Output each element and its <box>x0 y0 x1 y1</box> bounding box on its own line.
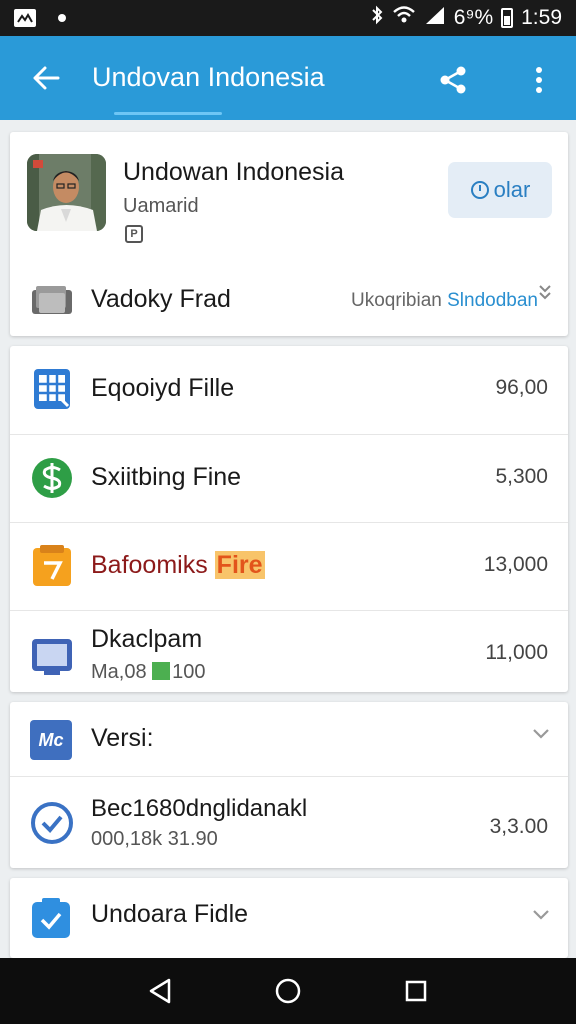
version-item-title: Bec1680dnglidanakl <box>91 795 308 822</box>
file-label: Eqooiyd Fille <box>91 374 235 402</box>
file-subtext: Ma,08 100 <box>91 661 206 683</box>
navigation-bar <box>0 958 576 1024</box>
file-value: 5,300 <box>495 465 548 488</box>
chevron-down-icon <box>539 285 551 300</box>
file-label: Sxiitbing Fine <box>91 463 242 491</box>
tag-icon <box>152 662 171 680</box>
version-header[interactable]: Mc Versi: <box>10 702 568 776</box>
dollar-circle-icon <box>32 458 72 498</box>
profile-card: Undowan Indonesia Uamarid P olar Vadoky … <box>10 132 568 336</box>
file-value: 96,00 <box>495 376 548 399</box>
file-value: 11,000 <box>485 641 548 664</box>
more-vert-icon <box>536 67 542 93</box>
back-button[interactable] <box>0 36 92 120</box>
more-options-button[interactable] <box>516 58 562 102</box>
avatar[interactable] <box>27 154 106 231</box>
bottom-item-label: Undoara Fidle <box>91 900 249 928</box>
follow-button-label: olar <box>493 177 531 202</box>
badge-icon: P <box>125 225 143 243</box>
nav-home-button[interactable] <box>264 967 312 1015</box>
clipboard-check-icon <box>32 898 70 938</box>
file-row[interactable]: Eqooiyd Fille 96,00 <box>10 346 568 434</box>
version-card: Mc Versi: Bec1680dnglidanakl 000,18k 31.… <box>10 702 568 868</box>
clipboard-orange-icon <box>33 545 71 586</box>
file-label: Dkaclpam <box>91 625 203 653</box>
mc-icon: Mc <box>30 720 72 760</box>
triangle-back-icon <box>149 978 171 1004</box>
status-bar: 6⁹% 1:59 <box>0 0 576 36</box>
square-recents-icon <box>405 980 427 1002</box>
battery-text: 6⁹% <box>453 6 494 29</box>
info-circle-icon <box>470 181 489 199</box>
back-arrow-icon <box>33 66 60 90</box>
monitor-icon <box>32 639 72 675</box>
profile-name: Undowan Indonesia <box>123 158 344 186</box>
share-button[interactable] <box>428 58 478 102</box>
file-value: 13,000 <box>483 553 548 576</box>
app-bar: Undovan Indonesia <box>0 36 576 120</box>
battery-icon <box>501 8 514 28</box>
version-item[interactable]: Bec1680dnglidanakl 000,18k 31.90 3,3.00 <box>10 777 568 867</box>
version-item-subtitle: 000,18k 31.90 <box>91 828 218 850</box>
file-label: Bafoomiks Fire <box>91 551 265 579</box>
check-circle-icon <box>31 802 73 844</box>
version-label: Versi: <box>91 724 154 752</box>
folder-icon <box>32 286 72 314</box>
file-row[interactable]: Sxiitbing Fine 5,300 <box>10 434 568 522</box>
chevron-down-icon <box>533 729 549 739</box>
clock: 1:59 <box>521 6 562 29</box>
page-title: Undovan Indonesia <box>92 61 325 92</box>
signal-icon <box>424 5 446 31</box>
bottom-card[interactable]: Undoara Fidle <box>10 878 568 958</box>
profile-row-value: Ukoqribian Slndodban <box>351 290 538 311</box>
title-indicator <box>114 112 222 115</box>
profile-row[interactable]: Vadoky Frad Ukoqribian Slndodban <box>10 272 568 324</box>
file-label-highlight: Fire <box>214 551 265 579</box>
file-row[interactable]: Dkaclpam Ma,08 100 11,000 <box>10 610 568 692</box>
bluetooth-icon <box>370 5 384 31</box>
profile-row-label: Vadoky Frad <box>91 285 231 313</box>
app-notification-icon <box>14 9 36 27</box>
version-item-value: 3,3.00 <box>489 815 548 838</box>
follow-button[interactable]: olar <box>448 162 552 218</box>
file-row[interactable]: Bafoomiks Fire 13,000 <box>10 522 568 610</box>
share-icon <box>440 66 466 94</box>
files-card: Eqooiyd Fille 96,00 Sxiitbing Fine 5,300… <box>10 346 568 692</box>
dot-icon <box>58 14 66 22</box>
nav-recents-button[interactable] <box>392 967 440 1015</box>
circle-home-icon <box>275 978 301 1004</box>
spreadsheet-icon <box>34 369 70 409</box>
wifi-icon <box>392 5 416 31</box>
chevron-down-icon <box>533 910 549 920</box>
nav-back-button[interactable] <box>136 967 184 1015</box>
profile-subtitle: Uamarid <box>123 195 199 217</box>
